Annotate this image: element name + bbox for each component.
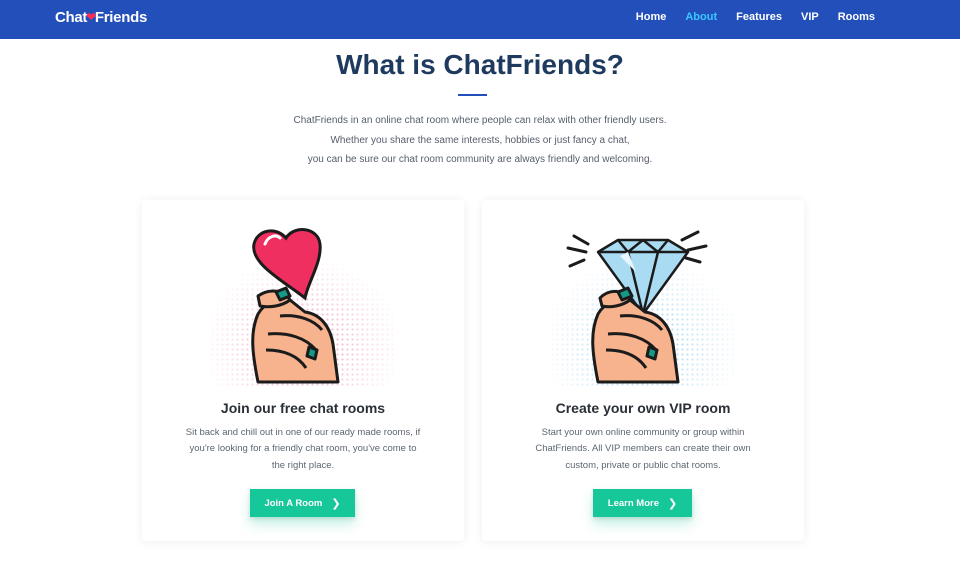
chevron-right-icon: ❯ — [668, 497, 678, 510]
intro-text: ChatFriends in an online chat room where… — [200, 111, 760, 170]
nav-link-rooms[interactable]: Rooms — [838, 11, 875, 23]
hand-holding-diamond-illustration — [550, 230, 736, 387]
join-room-button[interactable]: Join A Room ❯ — [250, 489, 355, 517]
nav-link-vip[interactable]: VIP — [801, 11, 819, 23]
logo-text-friends: Friends — [94, 9, 147, 26]
button-label: Learn More — [607, 497, 659, 509]
card-text-line: ChatFriends. All VIP members can create … — [535, 443, 751, 455]
intro-line: you can be sure our chat room community … — [307, 154, 653, 165]
card-text-line: custom, private or public chat rooms. — [565, 459, 721, 471]
title-divider — [458, 94, 487, 96]
hand-holding-heart-illustration — [210, 228, 396, 387]
card-title: Join our free chat rooms — [220, 400, 386, 416]
chevron-right-icon: ❯ — [331, 497, 341, 510]
free-rooms-card: Join our free chat rooms Sit back and ch… — [142, 200, 464, 541]
card-text-line: you're looking for a friendly chat room,… — [189, 443, 417, 455]
vip-room-card: Create your own VIP room Start your own … — [482, 200, 804, 541]
logo[interactable]: Chat ❤ Friends — [55, 9, 147, 26]
nav-link-home[interactable]: Home — [636, 11, 667, 23]
nav-menu: Home About Features VIP Rooms — [636, 11, 875, 23]
intro-line: Whether you share the same interests, ho… — [330, 134, 630, 146]
logo-text-chat: Chat — [55, 9, 88, 26]
navbar: Chat ❤ Friends Home About Features VIP Roo… — [0, 0, 960, 39]
button-label: Join A Room — [264, 497, 323, 509]
intro-line: ChatFriends in an online chat room where… — [293, 115, 667, 126]
nav-link-about[interactable]: About — [685, 11, 717, 23]
card-description: Start your own online community or group… — [510, 425, 776, 474]
card-text-line: Sit back and chill out in one of our rea… — [185, 427, 421, 438]
learn-more-button[interactable]: Learn More ❯ — [593, 489, 692, 517]
card-text-line: the right place. — [271, 459, 335, 471]
card-text-line: Start your own online community or group… — [541, 427, 745, 438]
card-description: Sit back and chill out in one of our rea… — [170, 425, 436, 474]
card-title: Create your own VIP room — [555, 400, 731, 416]
heart-icon: ❤ — [86, 9, 96, 24]
page-title: What is ChatFriends? — [336, 49, 624, 80]
nav-link-features[interactable]: Features — [736, 11, 782, 23]
